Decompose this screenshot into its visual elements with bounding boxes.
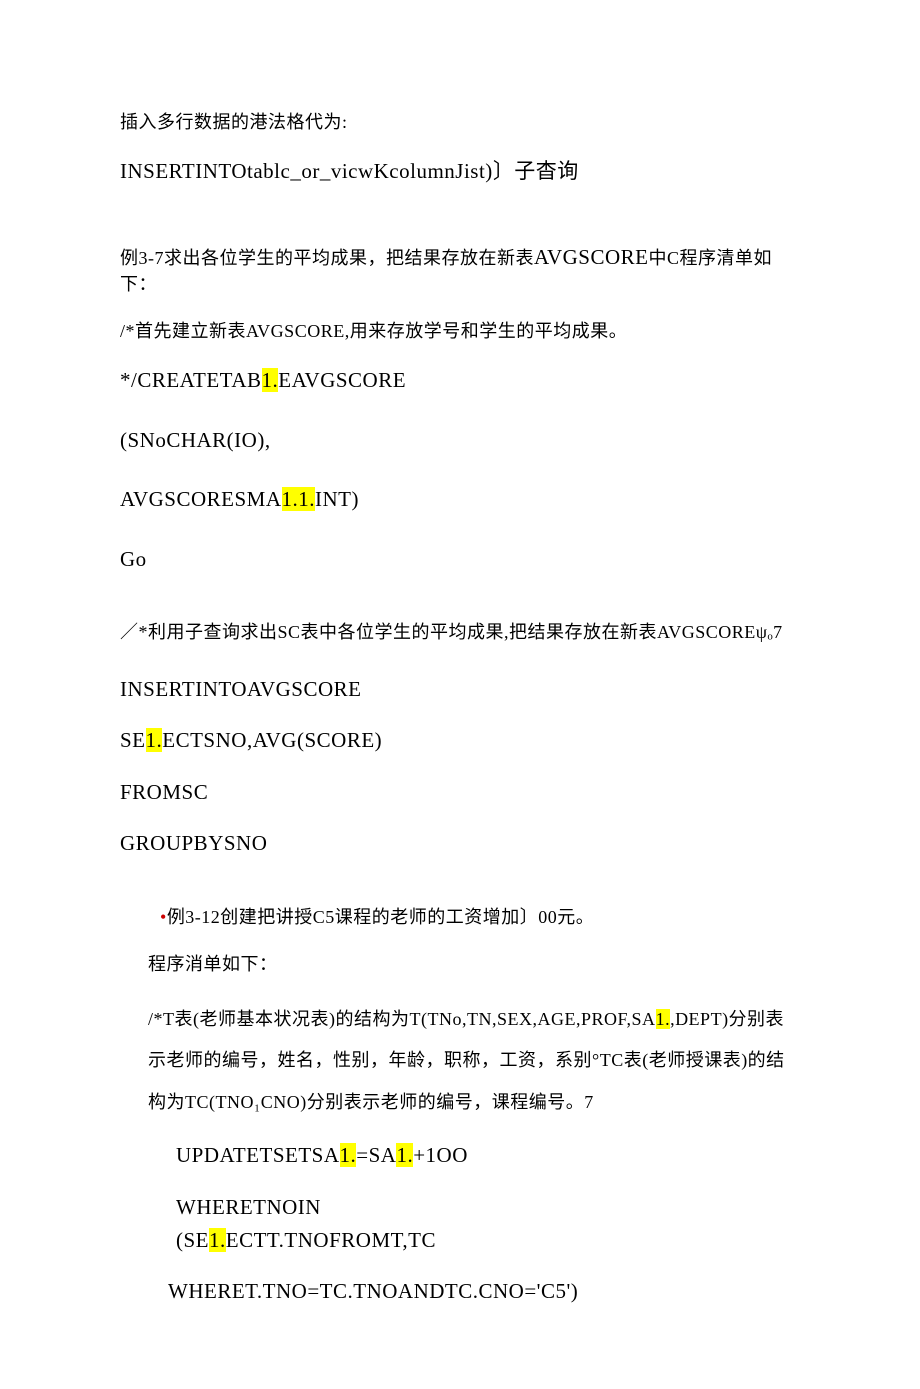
highlight: 1.	[262, 368, 279, 392]
text: /*T表(老师基本状况表)的结构为T(TNo,TN,SEX,AGE,PROF,S…	[148, 1009, 656, 1029]
text: 〕子杳询	[493, 159, 579, 183]
highlight: 1.	[209, 1228, 226, 1252]
code-line: INSERTINTOtablc_or_vicwKcolumnJist)〕子杳询	[120, 157, 800, 186]
code-line: */CREATETAB1.EAVGSCORE	[120, 366, 800, 395]
bullet-icon: •	[160, 907, 167, 927]
text: INSERTINTOtablc_or_vicwKcolumnJist)	[120, 159, 493, 183]
text-line: 程序消单如下：	[120, 952, 800, 977]
code-line: UPDATETSETSA1.=SA1.+1OO	[120, 1141, 800, 1170]
text: +1OO	[413, 1143, 468, 1167]
code-line: Go	[120, 545, 800, 574]
text-line: •例3-12创建把讲授C5课程的老师的工资增加〕00元。	[120, 905, 800, 930]
text: AVGSCORE	[534, 245, 648, 269]
text-line: 例3-7求出各位学生的平均成果，把结果存放在新表AVGSCORE中C程序清单如下…	[120, 243, 800, 298]
code-line: FROMSC	[120, 778, 800, 807]
text: ECTSNO,AVG(SCORE)	[162, 728, 382, 752]
code-line: INSERTINTOAVGSCORE	[120, 675, 800, 704]
text: 例3-12创建把讲授C5课程的老师的工资增加〕00元。	[167, 907, 595, 927]
code-line: GROUPBYSNO	[120, 829, 800, 858]
code-line: AVGSCORESMA1.1.INT)	[120, 485, 800, 514]
text: AVGSCORESMA	[120, 487, 282, 511]
code-line: WHERET.TNO=TC.TNOANDTC.CNO='C5')	[120, 1277, 800, 1306]
highlight: 1.	[656, 1009, 671, 1029]
text: */CREATETAB	[120, 368, 262, 392]
text: ECTT.TNOFROMT,TC	[226, 1228, 436, 1252]
document-page: 插入多行数据的港法格代为: INSERTINTOtablc_or_vicwKco…	[0, 0, 920, 1389]
highlight: 1.	[146, 728, 163, 752]
text: EAVGSCORE	[278, 368, 406, 392]
text-line: /*首先建立新表AVGSCORE,用来存放学号和学生的平均成果。	[120, 319, 800, 344]
text-paragraph: /*T表(老师基本状况表)的结构为T(TNo,TN,SEX,AGE,PROF,S…	[120, 999, 800, 1123]
code-line: (SNoCHAR(IO),	[120, 426, 800, 455]
text-line: 插入多行数据的港法格代为:	[120, 110, 800, 135]
text: =SA	[356, 1143, 396, 1167]
highlight: 1.1.	[282, 487, 316, 511]
text: (SE	[176, 1228, 209, 1252]
highlight: 1.	[340, 1143, 357, 1167]
text: 例3-7求出各位学生的平均成果，把结果存放在新表	[120, 248, 534, 268]
text: INT)	[315, 487, 359, 511]
code-line: (SE1.ECTT.TNOFROMT,TC	[120, 1226, 800, 1255]
text-line: ／*利用子查询求出SC表中各位学生的平均成果,把结果存放在新表AVGSCOREψ…	[120, 620, 800, 645]
text: UPDATETSETSA	[176, 1143, 340, 1167]
code-line: WHERETNOIN	[120, 1193, 800, 1222]
code-line: SE1.ECTSNO,AVG(SCORE)	[120, 726, 800, 755]
highlight: 1.	[396, 1143, 413, 1167]
text: SE	[120, 728, 146, 752]
